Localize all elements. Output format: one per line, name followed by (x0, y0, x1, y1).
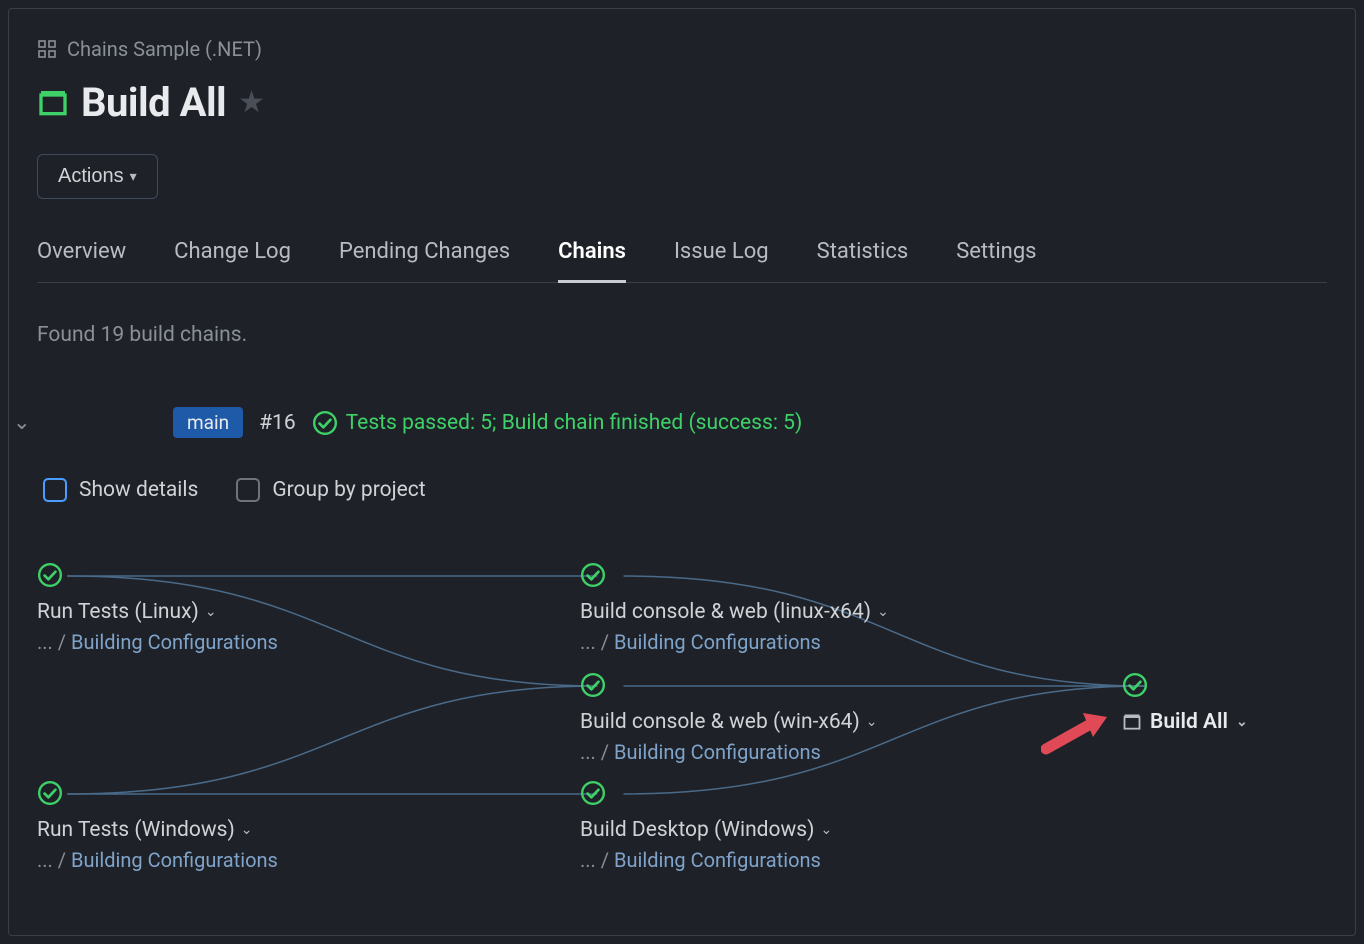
node-title[interactable]: Build Desktop (Windows)⌄ (580, 818, 980, 842)
tab-change-log[interactable]: Change Log (174, 239, 291, 282)
node-title[interactable]: Run Tests (Windows)⌄ (37, 818, 437, 842)
tab-pending-changes[interactable]: Pending Changes (339, 239, 510, 282)
build-config-icon (1122, 712, 1142, 732)
node-build-console-win: Build console & web (win-x64)⌄ ... / Bui… (580, 672, 980, 764)
success-check-icon (37, 562, 63, 588)
node-title[interactable]: Build console & web (win-x64)⌄ (580, 710, 980, 734)
build-config-icon (37, 87, 69, 119)
node-path[interactable]: ... / Building Configurations (37, 630, 437, 654)
tab-statistics[interactable]: Statistics (817, 239, 909, 282)
branch-tag[interactable]: main (173, 407, 243, 438)
found-chains-text: Found 19 build chains. (37, 323, 1327, 347)
chevron-down-icon: ⌄ (241, 822, 253, 838)
node-build-desktop-windows: Build Desktop (Windows)⌄ ... / Building … (580, 780, 980, 872)
success-check-icon (1122, 672, 1148, 698)
node-path[interactable]: ... / Building Configurations (580, 848, 980, 872)
chevron-down-icon: ⌄ (877, 604, 889, 620)
chain-header: ⌄ main #16 Tests passed: 5; Build chain … (37, 407, 1327, 438)
node-build-console-linux: Build console & web (linux-x64)⌄ ... / B… (580, 562, 980, 654)
breadcrumb-project[interactable]: Chains Sample (.NET) (67, 37, 262, 61)
chevron-down-icon: ⌄ (205, 604, 217, 620)
checkbox-icon (236, 478, 260, 502)
success-check-icon (580, 672, 606, 698)
chevron-down-icon: ⌄ (866, 714, 878, 730)
success-check-icon (580, 562, 606, 588)
success-check-icon (37, 780, 63, 806)
node-path[interactable]: ... / Building Configurations (580, 630, 980, 654)
chevron-down-icon: ⌄ (820, 822, 832, 838)
build-chain-graph: Run Tests (Linux)⌄ ... / Building Config… (37, 562, 1327, 922)
chevron-down-icon[interactable]: ⌄ (13, 410, 31, 435)
node-path[interactable]: ... / Building Configurations (580, 740, 980, 764)
chevron-down-icon: ▾ (130, 168, 137, 185)
node-title[interactable]: Build console & web (linux-x64)⌄ (580, 600, 980, 624)
show-details-checkbox[interactable]: Show details (43, 478, 198, 502)
success-check-icon (312, 410, 338, 436)
actions-button[interactable]: Actions ▾ (37, 154, 158, 199)
node-build-all: Build All ⌄ (1122, 672, 1322, 734)
node-title[interactable]: Run Tests (Linux)⌄ (37, 600, 437, 624)
chevron-down-icon: ⌄ (1236, 714, 1248, 730)
breadcrumb[interactable]: Chains Sample (.NET) (37, 37, 1327, 61)
favorite-star-icon[interactable]: ★ (238, 85, 265, 120)
grid-icon (37, 39, 57, 59)
group-by-project-checkbox[interactable]: Group by project (236, 478, 425, 502)
page-title: Build All (81, 79, 226, 126)
tab-issue-log[interactable]: Issue Log (674, 239, 769, 282)
checkbox-icon (43, 478, 67, 502)
node-title[interactable]: Build All ⌄ (1122, 710, 1322, 734)
success-check-icon (580, 780, 606, 806)
node-path[interactable]: ... / Building Configurations (37, 848, 437, 872)
tab-chains[interactable]: Chains (558, 239, 626, 283)
chain-status[interactable]: Tests passed: 5; Build chain finished (s… (312, 410, 803, 436)
node-run-tests-windows: Run Tests (Windows)⌄ ... / Building Conf… (37, 780, 437, 872)
node-run-tests-linux: Run Tests (Linux)⌄ ... / Building Config… (37, 562, 437, 654)
tab-overview[interactable]: Overview (37, 239, 126, 282)
tabs: Overview Change Log Pending Changes Chai… (37, 239, 1327, 283)
build-number[interactable]: #16 (259, 411, 296, 435)
tab-settings[interactable]: Settings (956, 239, 1036, 282)
